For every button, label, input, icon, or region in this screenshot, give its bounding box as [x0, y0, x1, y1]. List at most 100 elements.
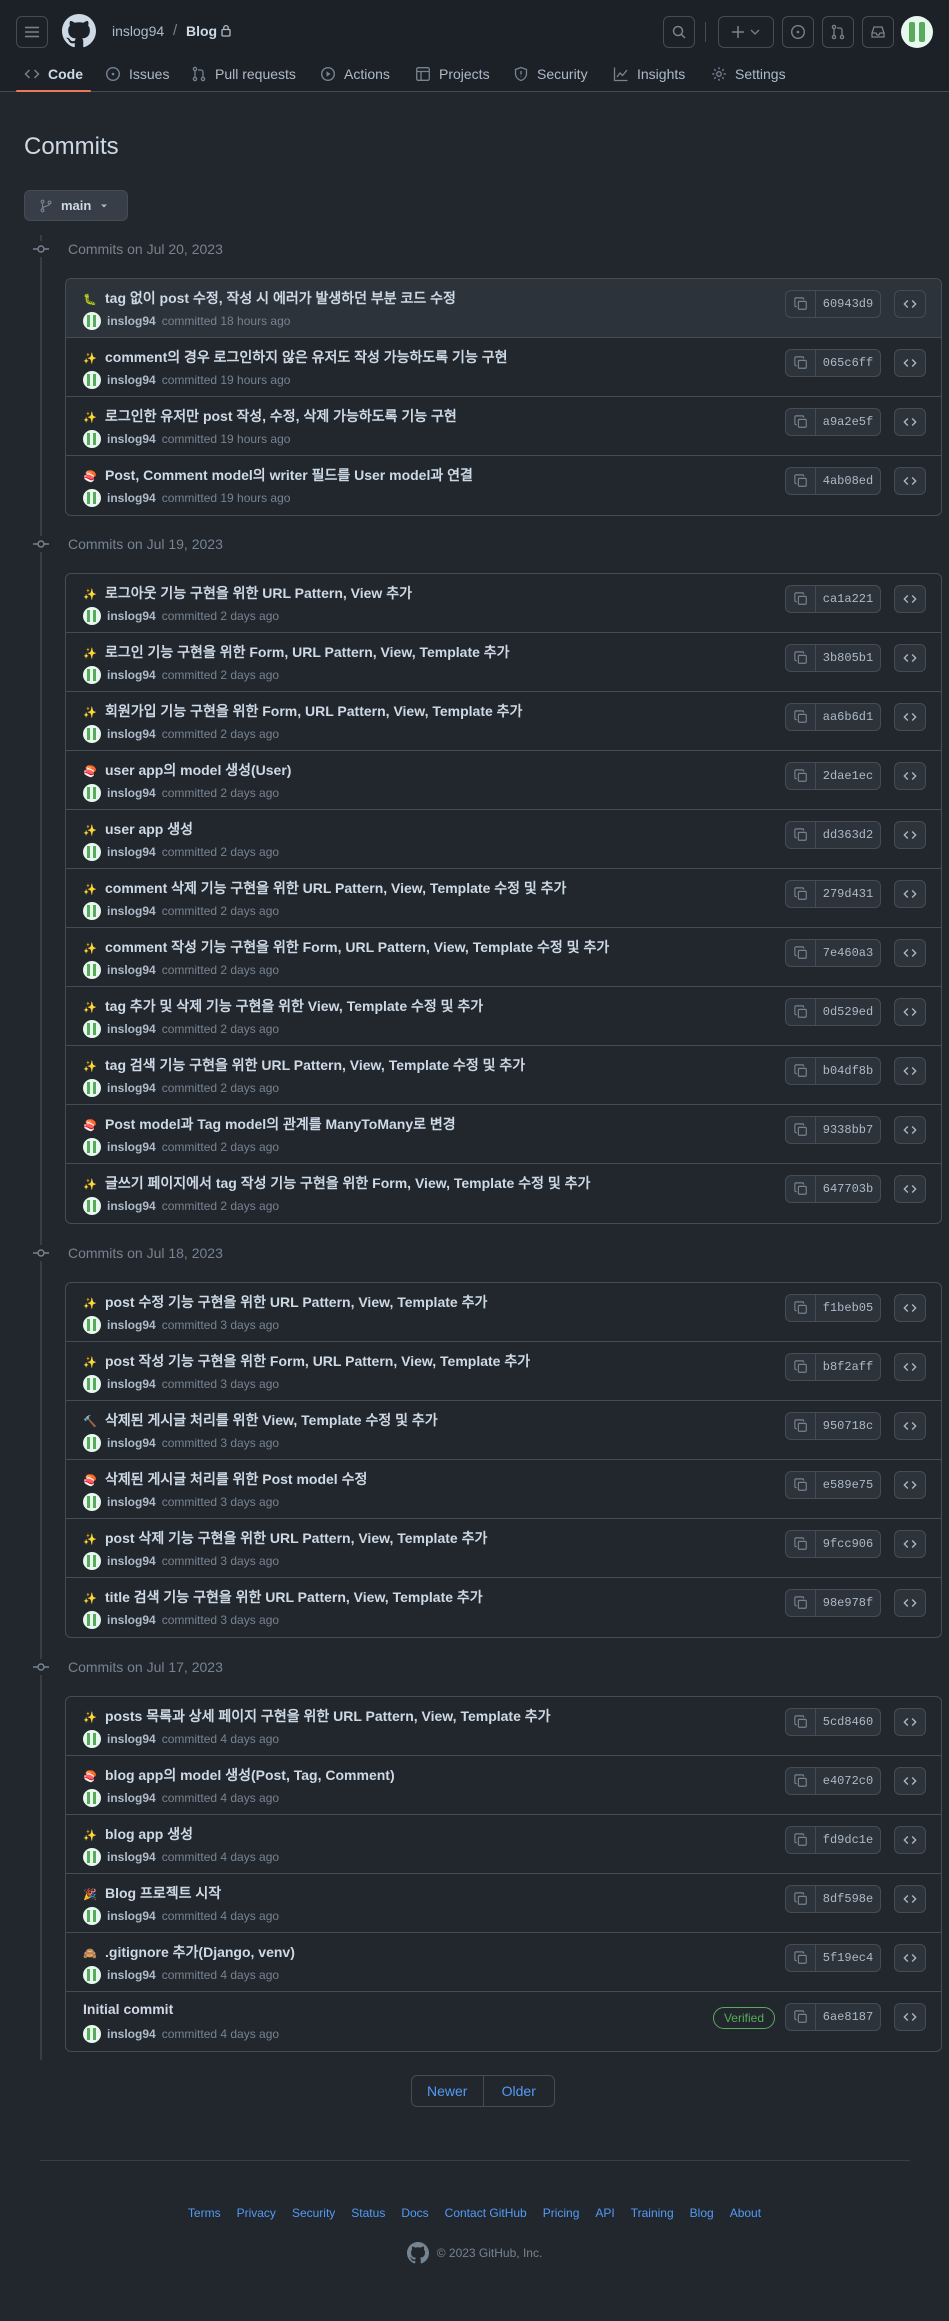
copy-sha-button[interactable] — [786, 1354, 816, 1380]
search-button[interactable] — [663, 16, 695, 48]
browse-repo-button[interactable] — [894, 2003, 926, 2031]
commit-message-link[interactable]: post 삭제 기능 구현을 위한 URL Pattern, View, Tem… — [105, 1528, 487, 1548]
author-avatar[interactable] — [83, 666, 101, 684]
browse-repo-button[interactable] — [894, 1885, 926, 1913]
author-avatar[interactable] — [83, 1197, 101, 1215]
author-link[interactable]: inslog94 — [107, 1495, 156, 1509]
commit-message-link[interactable]: 로그인한 유저만 post 작성, 수정, 삭제 가능하도록 기능 구현 — [105, 406, 457, 426]
footer-link[interactable]: About — [730, 2206, 761, 2220]
commit-sha-link[interactable]: fd9dc1e — [816, 1833, 880, 1847]
browse-repo-button[interactable] — [894, 998, 926, 1026]
copy-sha-button[interactable] — [786, 468, 816, 494]
author-avatar[interactable] — [83, 489, 101, 507]
commit-sha-link[interactable]: 950718c — [816, 1419, 880, 1433]
menu-button[interactable] — [16, 16, 48, 48]
commit-message-link[interactable]: blog app 생성 — [105, 1824, 193, 1844]
footer-link[interactable]: Docs — [401, 2206, 428, 2220]
commit-message-link[interactable]: Initial commit — [83, 2001, 173, 2017]
footer-link[interactable]: Pricing — [543, 2206, 580, 2220]
commit-sha-link[interactable]: 3b805b1 — [816, 651, 880, 665]
author-avatar[interactable] — [83, 1316, 101, 1334]
commit-message-link[interactable]: user app의 model 생성(User) — [105, 760, 291, 780]
commit-sha-link[interactable]: 7e460a3 — [816, 946, 880, 960]
breadcrumb-repo[interactable]: Blog — [186, 23, 217, 39]
author-avatar[interactable] — [83, 1079, 101, 1097]
author-avatar[interactable] — [83, 1552, 101, 1570]
copy-sha-button[interactable] — [786, 645, 816, 671]
commit-sha-link[interactable]: 9338bb7 — [816, 1123, 880, 1137]
tab-security[interactable]: Security — [513, 56, 588, 92]
issues-button[interactable] — [782, 16, 814, 48]
author-avatar[interactable] — [83, 784, 101, 802]
commit-message-link[interactable]: user app 생성 — [105, 819, 193, 839]
copy-sha-button[interactable] — [786, 291, 816, 317]
author-link[interactable]: inslog94 — [107, 845, 156, 859]
footer-link[interactable]: Training — [631, 2206, 674, 2220]
browse-repo-button[interactable] — [894, 1294, 926, 1322]
author-link[interactable]: inslog94 — [107, 1613, 156, 1627]
commit-sha-link[interactable]: dd363d2 — [816, 828, 880, 842]
author-avatar[interactable] — [83, 430, 101, 448]
footer-link[interactable]: Privacy — [237, 2206, 276, 2220]
create-new-button[interactable] — [718, 16, 774, 48]
commit-message-link[interactable]: posts 목록과 상세 페이지 구현을 위한 URL Pattern, Vie… — [105, 1706, 551, 1726]
commit-message-link[interactable]: post 작성 기능 구현을 위한 Form, URL Pattern, Vie… — [105, 1351, 530, 1371]
footer-link[interactable]: Status — [351, 2206, 385, 2220]
copy-sha-button[interactable] — [786, 1768, 816, 1794]
author-link[interactable]: inslog94 — [107, 432, 156, 446]
browse-repo-button[interactable] — [894, 1767, 926, 1795]
copy-sha-button[interactable] — [786, 1117, 816, 1143]
author-link[interactable]: inslog94 — [107, 786, 156, 800]
commit-message-link[interactable]: title 검색 기능 구현을 위한 URL Pattern, View, Te… — [105, 1587, 483, 1607]
commit-message-link[interactable]: comment 삭제 기능 구현을 위한 URL Pattern, View, … — [105, 878, 566, 898]
author-link[interactable]: inslog94 — [107, 727, 156, 741]
tab-projects[interactable]: Projects — [415, 56, 490, 92]
browse-repo-button[interactable] — [894, 1353, 926, 1381]
browse-repo-button[interactable] — [894, 1708, 926, 1736]
browse-repo-button[interactable] — [894, 1175, 926, 1203]
commit-message-link[interactable]: Blog 프로젝트 시작 — [105, 1883, 221, 1903]
browse-repo-button[interactable] — [894, 585, 926, 613]
github-logo-icon[interactable] — [62, 14, 96, 48]
commit-message-link[interactable]: 로그인 기능 구현을 위한 Form, URL Pattern, View, T… — [105, 642, 510, 662]
commit-sha-link[interactable]: 647703b — [816, 1182, 880, 1196]
author-link[interactable]: inslog94 — [107, 904, 156, 918]
author-avatar[interactable] — [83, 902, 101, 920]
browse-repo-button[interactable] — [894, 821, 926, 849]
commit-sha-link[interactable]: 065c6ff — [816, 356, 880, 370]
author-link[interactable]: inslog94 — [107, 1081, 156, 1095]
copy-sha-button[interactable] — [786, 1413, 816, 1439]
author-link[interactable]: inslog94 — [107, 2027, 156, 2041]
commit-message-link[interactable]: tag 없이 post 수정, 작성 시 에러가 발생하던 부분 코드 수정 — [105, 288, 456, 308]
browse-repo-button[interactable] — [894, 644, 926, 672]
commit-sha-link[interactable]: 98e978f — [816, 1596, 880, 1610]
author-avatar[interactable] — [83, 371, 101, 389]
author-avatar[interactable] — [83, 843, 101, 861]
inbox-button[interactable] — [862, 16, 894, 48]
author-link[interactable]: inslog94 — [107, 1377, 156, 1391]
tab-pull-requests[interactable]: Pull requests — [191, 56, 296, 92]
author-avatar[interactable] — [83, 1966, 101, 1984]
copy-sha-button[interactable] — [786, 586, 816, 612]
author-avatar[interactable] — [83, 1375, 101, 1393]
browse-repo-button[interactable] — [894, 290, 926, 318]
browse-repo-button[interactable] — [894, 1116, 926, 1144]
commit-message-link[interactable]: 로그아웃 기능 구현을 위한 URL Pattern, View 추가 — [105, 583, 412, 603]
copy-sha-button[interactable] — [786, 2004, 816, 2030]
commit-sha-link[interactable]: 5cd8460 — [816, 1715, 880, 1729]
copy-sha-button[interactable] — [786, 1295, 816, 1321]
author-avatar[interactable] — [83, 607, 101, 625]
verified-badge[interactable]: Verified — [712, 2007, 775, 2029]
commit-sha-link[interactable]: aa6b6d1 — [816, 710, 880, 724]
author-avatar[interactable] — [83, 1907, 101, 1925]
footer-link[interactable]: Blog — [690, 2206, 714, 2220]
author-link[interactable]: inslog94 — [107, 1554, 156, 1568]
browse-repo-button[interactable] — [894, 1057, 926, 1085]
commit-sha-link[interactable]: 60943d9 — [816, 297, 880, 311]
browse-repo-button[interactable] — [894, 408, 926, 436]
commit-message-link[interactable]: Post model과 Tag model의 관계를 ManyToMany로 변… — [105, 1114, 456, 1134]
browse-repo-button[interactable] — [894, 1471, 926, 1499]
tab-issues[interactable]: Issues — [105, 56, 169, 92]
commit-message-link[interactable]: Post, Comment model의 writer 필드를 User mod… — [105, 465, 473, 485]
commit-message-link[interactable]: post 수정 기능 구현을 위한 URL Pattern, View, Tem… — [105, 1292, 487, 1312]
